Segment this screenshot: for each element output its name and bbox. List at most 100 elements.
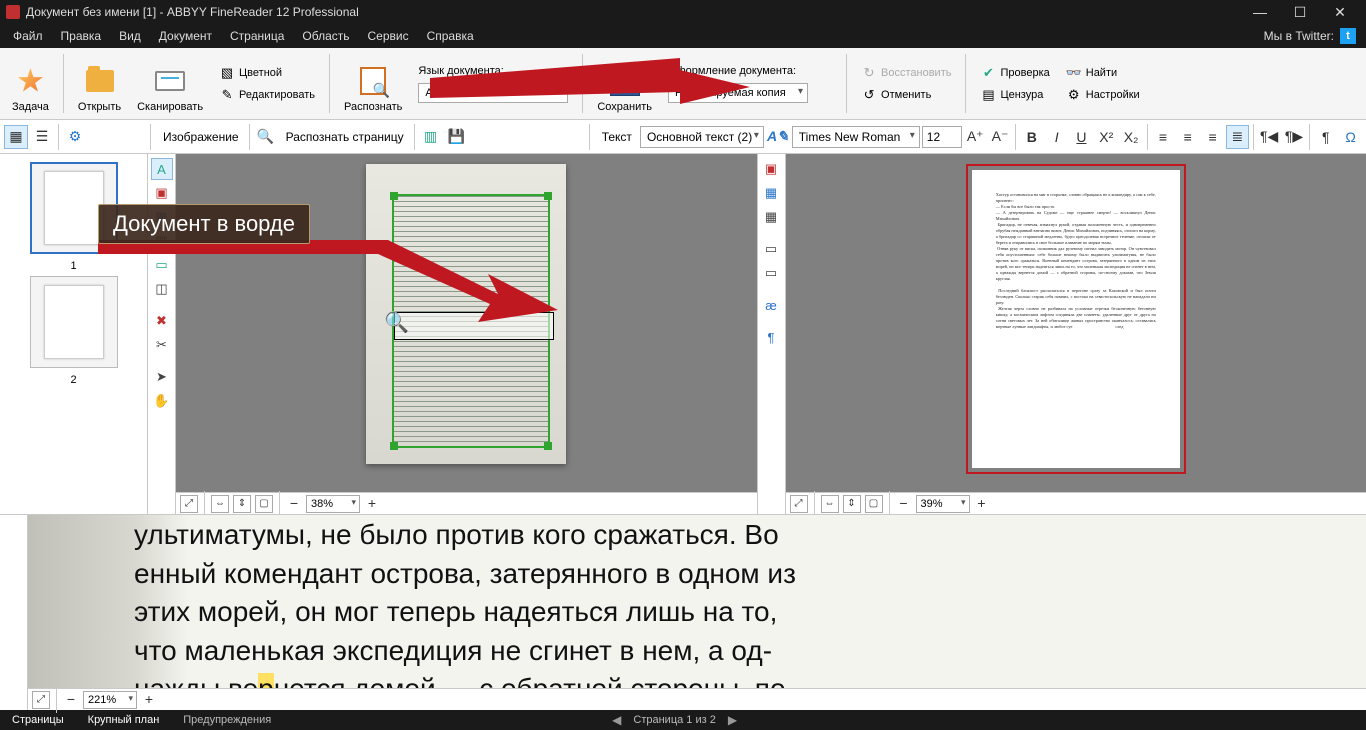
undo-row[interactable]: ↺Отменить	[857, 85, 955, 105]
prev-page-button[interactable]: ◀	[612, 713, 621, 727]
recognize-button[interactable]: Распознать	[336, 50, 410, 117]
maximize-button[interactable]: ☐	[1280, 0, 1320, 24]
crop-tool[interactable]: ✂	[151, 334, 173, 356]
ltr-button[interactable]: ¶▶	[1283, 125, 1306, 149]
expand-button[interactable]: ⤢	[180, 495, 198, 513]
font-shrink-icon[interactable]: A⁻	[989, 125, 1012, 149]
barcode-area-tool[interactable]: ▥	[151, 230, 173, 252]
style-select[interactable]: Основной текст (2)	[640, 126, 764, 148]
fit-page-button[interactable]: ▢	[255, 495, 273, 513]
thumb-view-list[interactable]: ☰	[30, 125, 54, 149]
layout-select[interactable]: Редактируемая копия	[668, 83, 808, 103]
picture-area-tool[interactable]: ▣	[151, 182, 173, 204]
large-view[interactable]: ультиматумы, не было против кого сражать…	[28, 515, 1366, 710]
align-right-button[interactable]: ≡	[1201, 125, 1224, 149]
analyze-page-icon[interactable]: ▥	[419, 125, 443, 149]
menu-view[interactable]: Вид	[110, 24, 150, 48]
page-thumbnail-1[interactable]	[30, 162, 118, 254]
page-thumbnail-2[interactable]	[30, 276, 118, 368]
image-zoom-value[interactable]: 38%	[306, 495, 360, 513]
color-label: Цветной	[239, 67, 282, 79]
zoom-out-button[interactable]: −	[286, 496, 302, 512]
recognition-area-tool[interactable]: ▭	[151, 254, 173, 276]
zoom-out-large-button[interactable]: −	[63, 692, 79, 708]
recognized-text[interactable]: Хастур остановился на миг в сторонке, сл…	[972, 170, 1180, 468]
save-button[interactable]: W Сохранить	[589, 50, 660, 117]
pointer-tool[interactable]: ➤	[151, 366, 173, 388]
menu-document[interactable]: Документ	[150, 24, 221, 48]
font-select[interactable]: Times New Roman	[792, 126, 920, 148]
fit-width-text-button[interactable]: ⇔	[821, 495, 839, 513]
language-select[interactable]: Английский	[418, 83, 568, 103]
minimize-button[interactable]: —	[1240, 0, 1280, 24]
scan-button[interactable]: Сканировать	[129, 50, 211, 117]
verify-row[interactable]: ✔Проверка	[976, 63, 1053, 83]
delete-area-tool[interactable]: ▭	[760, 238, 782, 260]
settings-row[interactable]: ⚙Настройки	[1062, 85, 1144, 105]
close-button[interactable]: ✕	[1320, 0, 1360, 24]
menu-help[interactable]: Справка	[418, 24, 483, 48]
edit-row[interactable]: ✎Редактировать	[215, 85, 319, 105]
hand-tool[interactable]: ✋	[151, 390, 173, 412]
expand-text-button[interactable]: ⤢	[790, 495, 808, 513]
status-tab-large[interactable]: Крупный план	[76, 710, 172, 730]
fit-width-button[interactable]: ⇔	[211, 495, 229, 513]
bold-button[interactable]: B	[1020, 125, 1043, 149]
delete-all-tool[interactable]: ▭	[760, 262, 782, 284]
zoom-in-large-button[interactable]: +	[141, 692, 157, 708]
mark-table-tool[interactable]: ▦	[760, 206, 782, 228]
thumb-settings[interactable]: ⚙	[63, 125, 87, 149]
menu-file[interactable]: Файл	[4, 24, 52, 48]
image-view[interactable]: 🔍	[176, 154, 757, 514]
subscript-button[interactable]: X₂	[1120, 125, 1143, 149]
underline-button[interactable]: U	[1070, 125, 1093, 149]
pilcrow-tool[interactable]: ¶	[760, 326, 782, 348]
recognize-page-label[interactable]: Распознать страницу	[280, 130, 410, 144]
superscript-button[interactable]: X²	[1095, 125, 1118, 149]
zoom-in-text-button[interactable]: +	[974, 496, 990, 512]
menu-area[interactable]: Область	[293, 24, 358, 48]
twitter-icon[interactable]: t	[1340, 28, 1356, 44]
show-nonprint-button[interactable]: ¶	[1314, 125, 1337, 149]
menu-edit[interactable]: Правка	[52, 24, 111, 48]
selection-rectangle[interactable]	[394, 312, 554, 340]
text-view[interactable]: Хастур остановился на миг в сторонке, сл…	[786, 154, 1366, 514]
status-tab-pages[interactable]: Страницы	[0, 710, 76, 730]
status-tab-warnings[interactable]: Предупреждения	[171, 710, 283, 730]
insert-picture-tool[interactable]: ▣	[760, 158, 782, 180]
menu-page[interactable]: Страница	[221, 24, 293, 48]
recognize-page-icon[interactable]: 🔍	[254, 125, 278, 149]
zoom-in-button[interactable]: +	[364, 496, 380, 512]
table-area-tool[interactable]: ▦	[151, 206, 173, 228]
background-area-tool[interactable]: ◫	[151, 278, 173, 300]
task-button[interactable]: Задача	[4, 50, 57, 117]
text-zoom-value[interactable]: 39%	[916, 495, 970, 513]
font-grow-icon[interactable]: A⁺	[964, 125, 987, 149]
show-special-tool[interactable]: æ	[760, 294, 782, 316]
censor-row[interactable]: ▤Цензура	[976, 85, 1053, 105]
find-row[interactable]: 👓Найти	[1062, 63, 1144, 83]
zoom-out-text-button[interactable]: −	[896, 496, 912, 512]
fit-page-text-button[interactable]: ▢	[865, 495, 883, 513]
open-button[interactable]: Открыть	[70, 50, 129, 117]
align-left-button[interactable]: ≡	[1151, 125, 1174, 149]
symbol-button[interactable]: Ω	[1339, 125, 1362, 149]
italic-button[interactable]: I	[1045, 125, 1068, 149]
next-page-button[interactable]: ▶	[728, 713, 737, 727]
font-size-input[interactable]	[922, 126, 962, 148]
large-zoom-value[interactable]: 221%	[83, 691, 137, 709]
expand-large-button[interactable]: ⤢	[32, 691, 50, 709]
align-justify-button[interactable]: ≣	[1226, 125, 1249, 149]
style-editor-icon[interactable]: A✎	[766, 125, 790, 149]
fit-height-button[interactable]: ⇕	[233, 495, 251, 513]
align-center-button[interactable]: ≡	[1176, 125, 1199, 149]
eraser-tool[interactable]: ✖	[151, 310, 173, 332]
thumb-view-grid[interactable]: ▦	[4, 125, 28, 149]
save-image-icon[interactable]: 💾	[445, 125, 469, 149]
color-mode-row[interactable]: ▧Цветной	[215, 63, 319, 83]
mark-picture-tool[interactable]: ▦	[760, 182, 782, 204]
menu-service[interactable]: Сервис	[359, 24, 418, 48]
text-area-tool[interactable]: A	[151, 158, 173, 180]
fit-height-text-button[interactable]: ⇕	[843, 495, 861, 513]
rtl-button[interactable]: ¶◀	[1258, 125, 1281, 149]
